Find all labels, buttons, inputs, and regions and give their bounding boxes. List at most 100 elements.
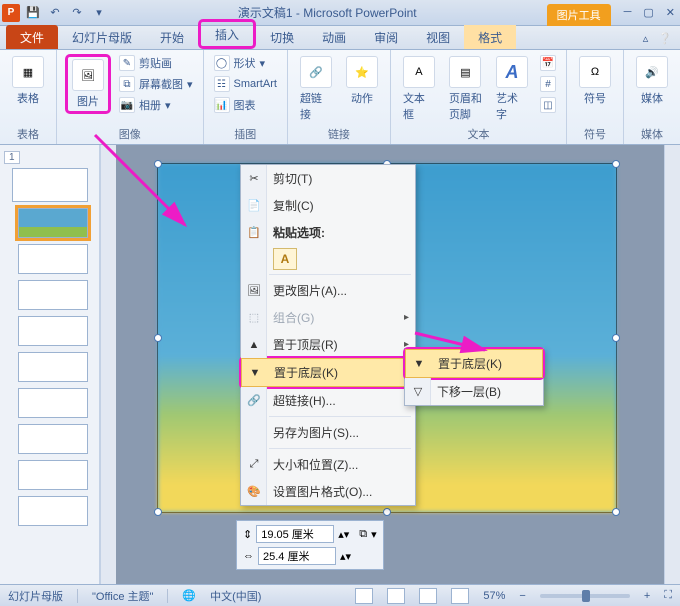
ctx-hyperlink[interactable]: 🔗超链接(H)... — [241, 387, 415, 414]
status-view: 幻灯片母版 — [8, 588, 63, 604]
slideshow-view-button[interactable] — [451, 588, 469, 604]
tab-format[interactable]: 格式 — [464, 25, 516, 49]
ctx-size-position[interactable]: ⤢大小和位置(Z)... — [241, 451, 415, 478]
textbox-button[interactable]: A 文本框 — [399, 54, 439, 124]
symbol-button[interactable]: Ω 符号 — [575, 54, 615, 108]
thumbnails-scrollbar[interactable] — [100, 145, 116, 584]
change-pic-icon: 🖼 — [246, 283, 262, 299]
resize-handle[interactable] — [612, 160, 620, 168]
height-input[interactable] — [256, 525, 334, 543]
layout-thumb-selected[interactable] — [18, 208, 88, 238]
zoom-out-button[interactable]: − — [519, 590, 525, 602]
tab-transitions[interactable]: 切换 — [256, 25, 308, 49]
ctx-copy[interactable]: 📄复制(C) — [241, 192, 415, 219]
master-thumb[interactable] — [12, 168, 88, 202]
editor-scrollbar[interactable] — [664, 145, 680, 584]
layout-thumb[interactable] — [18, 496, 88, 526]
width-input[interactable] — [258, 547, 336, 565]
ctx-send-back[interactable]: ▼置于底层(K) — [242, 359, 414, 386]
shapes-button[interactable]: ◯形状 ▾ — [212, 54, 279, 72]
wordart-button[interactable]: A 艺术字 — [492, 54, 532, 124]
headerfooter-button[interactable]: ▤ 页眉和页脚 — [445, 54, 486, 124]
picture-button[interactable]: 🖼 图片 — [65, 54, 111, 114]
crop-menu-icon[interactable]: ▾ — [371, 528, 377, 541]
sorter-view-button[interactable] — [387, 588, 405, 604]
ctx-cut[interactable]: ✂剪切(T) — [241, 165, 415, 192]
reading-view-button[interactable] — [419, 588, 437, 604]
layout-thumb[interactable] — [18, 244, 88, 274]
undo-icon[interactable]: ↶ — [46, 4, 64, 22]
object-button[interactable]: ◫ — [538, 96, 558, 114]
window-controls: ─ ▢ ✕ — [621, 6, 678, 19]
slide-thumbnails-panel: 1 — [0, 145, 100, 584]
crop-icon[interactable]: ⧉ — [359, 528, 367, 541]
headerfooter-icon: ▤ — [449, 56, 481, 88]
paste-option-keep-format[interactable]: A — [273, 248, 297, 270]
resize-handle[interactable] — [154, 508, 162, 516]
table-button[interactable]: ▦ 表格 — [8, 54, 48, 108]
zoom-level[interactable]: 57% — [483, 590, 505, 602]
symbol-icon: Ω — [579, 56, 611, 88]
resize-handle[interactable] — [612, 508, 620, 516]
ctx-save-as-picture[interactable]: 另存为图片(S)... — [241, 419, 415, 446]
smartart-icon: ☷ — [214, 76, 230, 92]
screenshot-button[interactable]: ⧉屏幕截图 ▾ — [117, 75, 195, 93]
date-button[interactable]: 📅 — [538, 54, 558, 72]
contextual-tab-label: 图片工具 — [547, 4, 611, 26]
ctx-change-picture[interactable]: 🖼更改图片(A)... — [241, 277, 415, 304]
resize-handle[interactable] — [612, 334, 620, 342]
action-icon: ⭐ — [346, 56, 378, 88]
layout-thumb[interactable] — [18, 280, 88, 310]
stepper-icon[interactable]: ▴▾ — [338, 528, 349, 541]
tab-view[interactable]: 视图 — [412, 25, 464, 49]
ctx-bring-front[interactable]: ▲置于顶层(R) — [241, 331, 415, 358]
size-icon: ⤢ — [246, 457, 262, 473]
hyperlink-button[interactable]: 🔗 超链接 — [296, 54, 336, 124]
hyperlink-icon: 🔗 — [300, 56, 332, 88]
zoom-slider[interactable] — [540, 594, 630, 598]
layout-thumb[interactable] — [18, 424, 88, 454]
tab-insert[interactable]: 插入 — [198, 19, 256, 49]
ribbon-group-tables: ▦ 表格 表格 — [0, 50, 57, 144]
tab-review[interactable]: 审阅 — [360, 25, 412, 49]
picture-icon: 🖼 — [72, 59, 104, 91]
layout-thumb[interactable] — [18, 316, 88, 346]
save-icon[interactable]: 💾 — [24, 4, 42, 22]
zoom-in-button[interactable]: + — [644, 590, 650, 602]
album-button[interactable]: 📷相册 ▾ — [117, 96, 195, 114]
resize-handle[interactable] — [154, 160, 162, 168]
media-button[interactable]: 🔊 媒体 — [632, 54, 672, 108]
qat-more-icon[interactable]: ▾ — [90, 4, 108, 22]
clipart-button[interactable]: ✎剪贴画 — [117, 54, 195, 72]
zoom-thumb[interactable] — [582, 590, 590, 602]
fit-button[interactable]: ⛶ — [664, 589, 672, 602]
help-icon[interactable]: ❔ — [658, 32, 672, 45]
normal-view-button[interactable] — [355, 588, 373, 604]
restore-button[interactable]: ▢ — [640, 6, 656, 19]
resize-handle[interactable] — [383, 508, 391, 516]
smartart-button[interactable]: ☷SmartArt — [212, 75, 279, 93]
resize-handle[interactable] — [154, 334, 162, 342]
layout-thumb[interactable] — [18, 352, 88, 382]
shapes-icon: ◯ — [214, 55, 230, 71]
close-button[interactable]: ✕ — [663, 6, 678, 19]
clipart-icon: ✎ — [119, 55, 135, 71]
status-language[interactable]: 中文(中国) — [210, 588, 261, 604]
ctx-format-picture[interactable]: 🎨设置图片格式(O)... — [241, 478, 415, 505]
ribbon-collapse-icon[interactable]: ▵ — [643, 32, 649, 45]
layout-thumb[interactable] — [18, 388, 88, 418]
chart-button[interactable]: 📊图表 — [212, 96, 279, 114]
tab-slide-master[interactable]: 幻灯片母版 — [58, 25, 146, 49]
slidenum-button[interactable]: # — [538, 75, 558, 93]
redo-icon[interactable]: ↷ — [68, 4, 86, 22]
sub-send-backward[interactable]: ▽下移一层(B) — [405, 378, 543, 405]
tab-home[interactable]: 开始 — [146, 25, 198, 49]
tab-file[interactable]: 文件 — [6, 25, 58, 49]
action-button[interactable]: ⭐ 动作 — [342, 54, 382, 108]
layout-thumb[interactable] — [18, 460, 88, 490]
sub-send-to-back[interactable]: ▼置于底层(K) — [406, 350, 542, 377]
tab-animations[interactable]: 动画 — [308, 25, 360, 49]
stepper-icon[interactable]: ▴▾ — [340, 550, 351, 563]
window-title: 演示文稿1 - Microsoft PowerPoint — [108, 4, 547, 21]
minimize-button[interactable]: ─ — [621, 6, 635, 19]
